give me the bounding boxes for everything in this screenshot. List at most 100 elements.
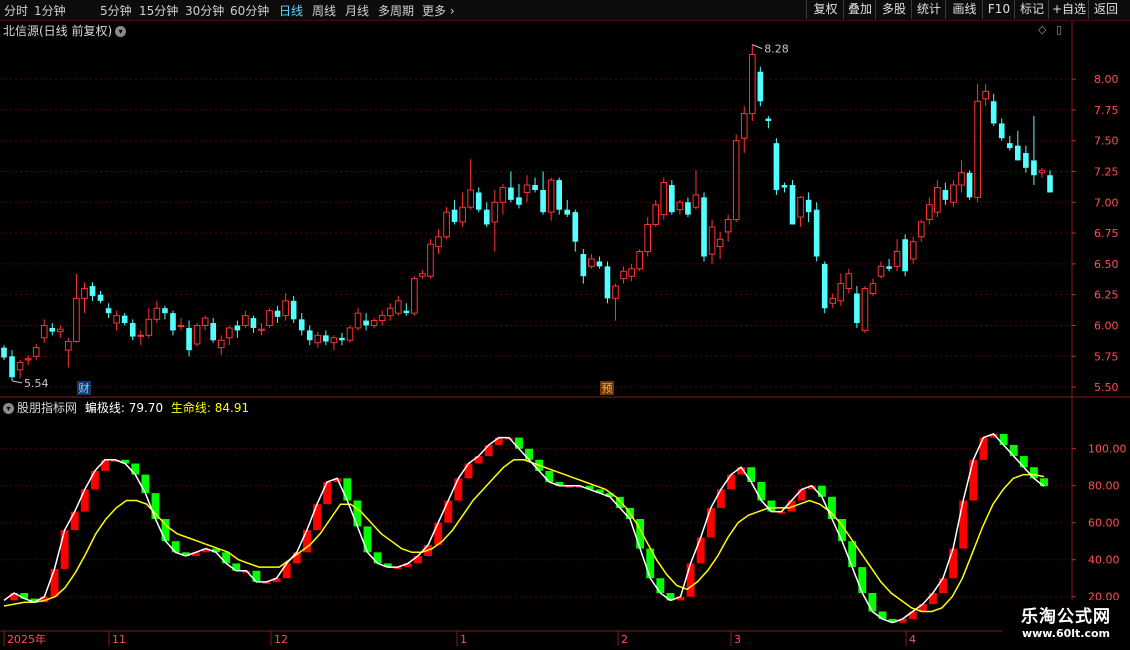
candle-body	[242, 315, 249, 326]
life-line	[3, 459, 1045, 613]
chart-canvas[interactable]: 8.00 7.75 7.50 7.25 7.00 6.75 6.50 6.25 6.00 5.75…	[0, 0, 1130, 650]
price-tick-label: 6.25	[1094, 289, 1119, 302]
indicator-bar	[373, 552, 382, 564]
chevron-down-icon[interactable]: ▾	[3, 403, 14, 414]
maximize-icon[interactable]: ▯	[1056, 23, 1062, 36]
indicator-bar	[525, 448, 533, 460]
date-label: 11	[112, 633, 126, 646]
candle-body	[886, 266, 892, 269]
indicator-bar	[363, 526, 372, 553]
candle-body	[580, 254, 587, 277]
indicator-bar	[151, 493, 160, 519]
date-label: 2	[621, 633, 628, 646]
candle-body	[757, 71, 764, 102]
candle-body	[32, 347, 40, 357]
candle-body	[732, 140, 740, 221]
candle-body	[821, 263, 828, 309]
candle-body	[669, 185, 675, 213]
watermark-url: www.60lt.com	[1021, 627, 1111, 640]
indicator-bar	[101, 459, 109, 471]
candle-body	[950, 184, 957, 203]
indicator-bar	[494, 437, 503, 445]
indicator-bar	[797, 489, 806, 501]
indicator-bar	[222, 552, 231, 564]
indicator-bar	[716, 489, 725, 508]
candle-body	[564, 209, 571, 215]
indicator-bar	[868, 593, 877, 612]
indicator-bar	[969, 459, 978, 501]
candle-body	[137, 334, 145, 337]
indicator-bar	[858, 567, 867, 593]
indicator-bar	[1029, 467, 1038, 479]
indicator-bar	[353, 500, 362, 527]
candle-body	[323, 335, 329, 342]
candle-body	[491, 201, 499, 223]
candle-body	[467, 189, 474, 208]
indicator-bar	[1009, 445, 1018, 457]
indicator-bar	[696, 537, 705, 564]
indicator-bar	[141, 474, 150, 494]
indicator-bar	[131, 463, 140, 475]
candle-body	[628, 268, 635, 277]
candle-body	[845, 273, 853, 290]
candle-body	[306, 330, 313, 341]
candle-body	[186, 327, 192, 351]
candle-body	[121, 315, 128, 324]
bat-line-value: 79.70	[128, 401, 164, 415]
indicator-bar	[979, 437, 988, 460]
candle-body	[692, 194, 700, 208]
chevron-down-icon[interactable]: ▾	[115, 26, 127, 37]
candle-body	[81, 288, 88, 299]
candle-body	[540, 189, 546, 213]
indicator-bar	[464, 463, 473, 479]
indicator-bar	[545, 470, 554, 482]
indicator-bar	[656, 578, 665, 593]
candle-body	[1023, 153, 1029, 168]
indicator-bar	[171, 541, 180, 553]
diamond-icon[interactable]: ◇	[1038, 23, 1046, 36]
indicator-bar	[706, 507, 715, 538]
indicator-bar	[474, 456, 483, 464]
bat-line-label: 蝙极线:	[84, 401, 125, 415]
high-marker-line	[752, 44, 763, 50]
candle-body	[532, 185, 538, 190]
low-price-label: 5.54	[24, 377, 49, 390]
indicator-bar	[757, 482, 766, 501]
candle-body	[998, 123, 1005, 139]
candle-body	[57, 328, 64, 333]
indicator-bar	[999, 433, 1008, 445]
candle-body	[1038, 169, 1046, 174]
candle-body	[40, 324, 48, 339]
low-marker-line	[11, 380, 23, 384]
candle-body	[942, 189, 949, 200]
candle-body	[676, 201, 684, 211]
price-tick-label: 6.75	[1094, 227, 1119, 240]
indicator-tick-label: 100.00	[1088, 443, 1127, 456]
candle-body	[170, 313, 176, 331]
candle-body	[459, 206, 466, 223]
candle-body	[789, 185, 796, 225]
candle-body	[708, 226, 716, 255]
indicator-bar	[747, 467, 756, 482]
candle-body	[339, 337, 345, 341]
candle-body	[145, 318, 153, 336]
candle-body	[620, 270, 627, 280]
candle-body	[386, 307, 394, 317]
date-label: 12	[274, 633, 288, 646]
candle-body	[740, 113, 748, 139]
candle-body	[523, 184, 531, 193]
indicator-bar	[686, 563, 695, 597]
candle-body	[982, 90, 989, 100]
indicator-bar	[50, 568, 59, 597]
indicator-bar	[444, 500, 453, 523]
candle-body	[105, 308, 112, 314]
indicator-name: 股朋指标网	[17, 401, 78, 415]
candle-body	[258, 328, 265, 331]
candle-body	[773, 143, 780, 190]
candle-body	[363, 320, 369, 326]
candle-body	[877, 265, 885, 277]
panel-corner-controls: ◇ ▯	[1038, 23, 1062, 36]
candle-body	[129, 323, 136, 337]
candle-body	[781, 185, 788, 188]
candle-body	[797, 196, 804, 218]
